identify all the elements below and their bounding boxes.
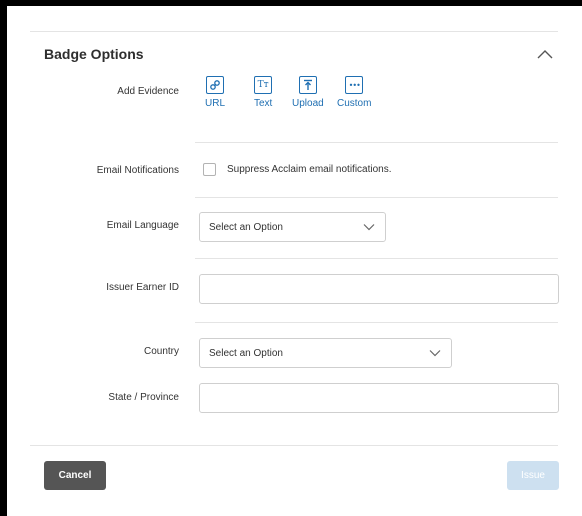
footer-divider <box>30 445 558 446</box>
evidence-option-url[interactable]: URL <box>205 76 225 109</box>
country-label: Country <box>143 346 179 357</box>
issuer-earner-id-input[interactable] <box>199 274 559 304</box>
divider <box>195 322 558 323</box>
country-select[interactable]: Select an Option <box>199 338 452 368</box>
link-icon <box>206 76 224 94</box>
evidence-option-label: Text <box>254 98 273 109</box>
ellipsis-icon: ••• <box>345 76 364 94</box>
evidence-option-text[interactable]: Tт Text <box>254 76 272 109</box>
add-evidence-label: Add Evidence <box>117 86 179 97</box>
section-title: Badge Options <box>44 46 144 62</box>
upload-icon <box>298 76 317 94</box>
email-language-value: Select an Option <box>209 222 283 233</box>
evidence-option-custom[interactable]: ••• Custom <box>337 76 371 109</box>
text-icon: Tт <box>254 76 273 94</box>
issue-button[interactable]: Issue <box>507 461 559 490</box>
top-divider <box>30 31 558 32</box>
evidence-option-label: URL <box>205 98 226 109</box>
divider <box>195 258 558 259</box>
chevron-down-icon <box>363 224 375 231</box>
window-frame-left <box>0 0 7 516</box>
state-province-input[interactable] <box>199 383 559 413</box>
country-value: Select an Option <box>209 348 283 359</box>
evidence-option-label: Custom <box>337 98 372 109</box>
badge-options-panel: Badge Options Add Evidence URL Tт Text U… <box>7 6 582 516</box>
suppress-notifications-checkbox[interactable] <box>203 163 216 176</box>
cancel-button[interactable]: Cancel <box>44 461 106 490</box>
email-notifications-label: Email Notifications <box>96 165 179 176</box>
suppress-notifications-label: Suppress Acclaim email notifications. <box>227 164 392 175</box>
chevron-down-icon <box>429 350 441 357</box>
email-language-label: Email Language <box>106 220 179 231</box>
email-language-select[interactable]: Select an Option <box>199 212 386 242</box>
divider <box>195 142 558 143</box>
evidence-option-label: Upload <box>292 98 324 109</box>
issuer-earner-id-label: Issuer Earner ID <box>106 282 179 293</box>
chevron-up-icon[interactable] <box>535 47 555 61</box>
state-province-label: State / Province <box>108 392 179 403</box>
evidence-option-upload[interactable]: Upload <box>292 76 324 109</box>
divider <box>195 197 558 198</box>
